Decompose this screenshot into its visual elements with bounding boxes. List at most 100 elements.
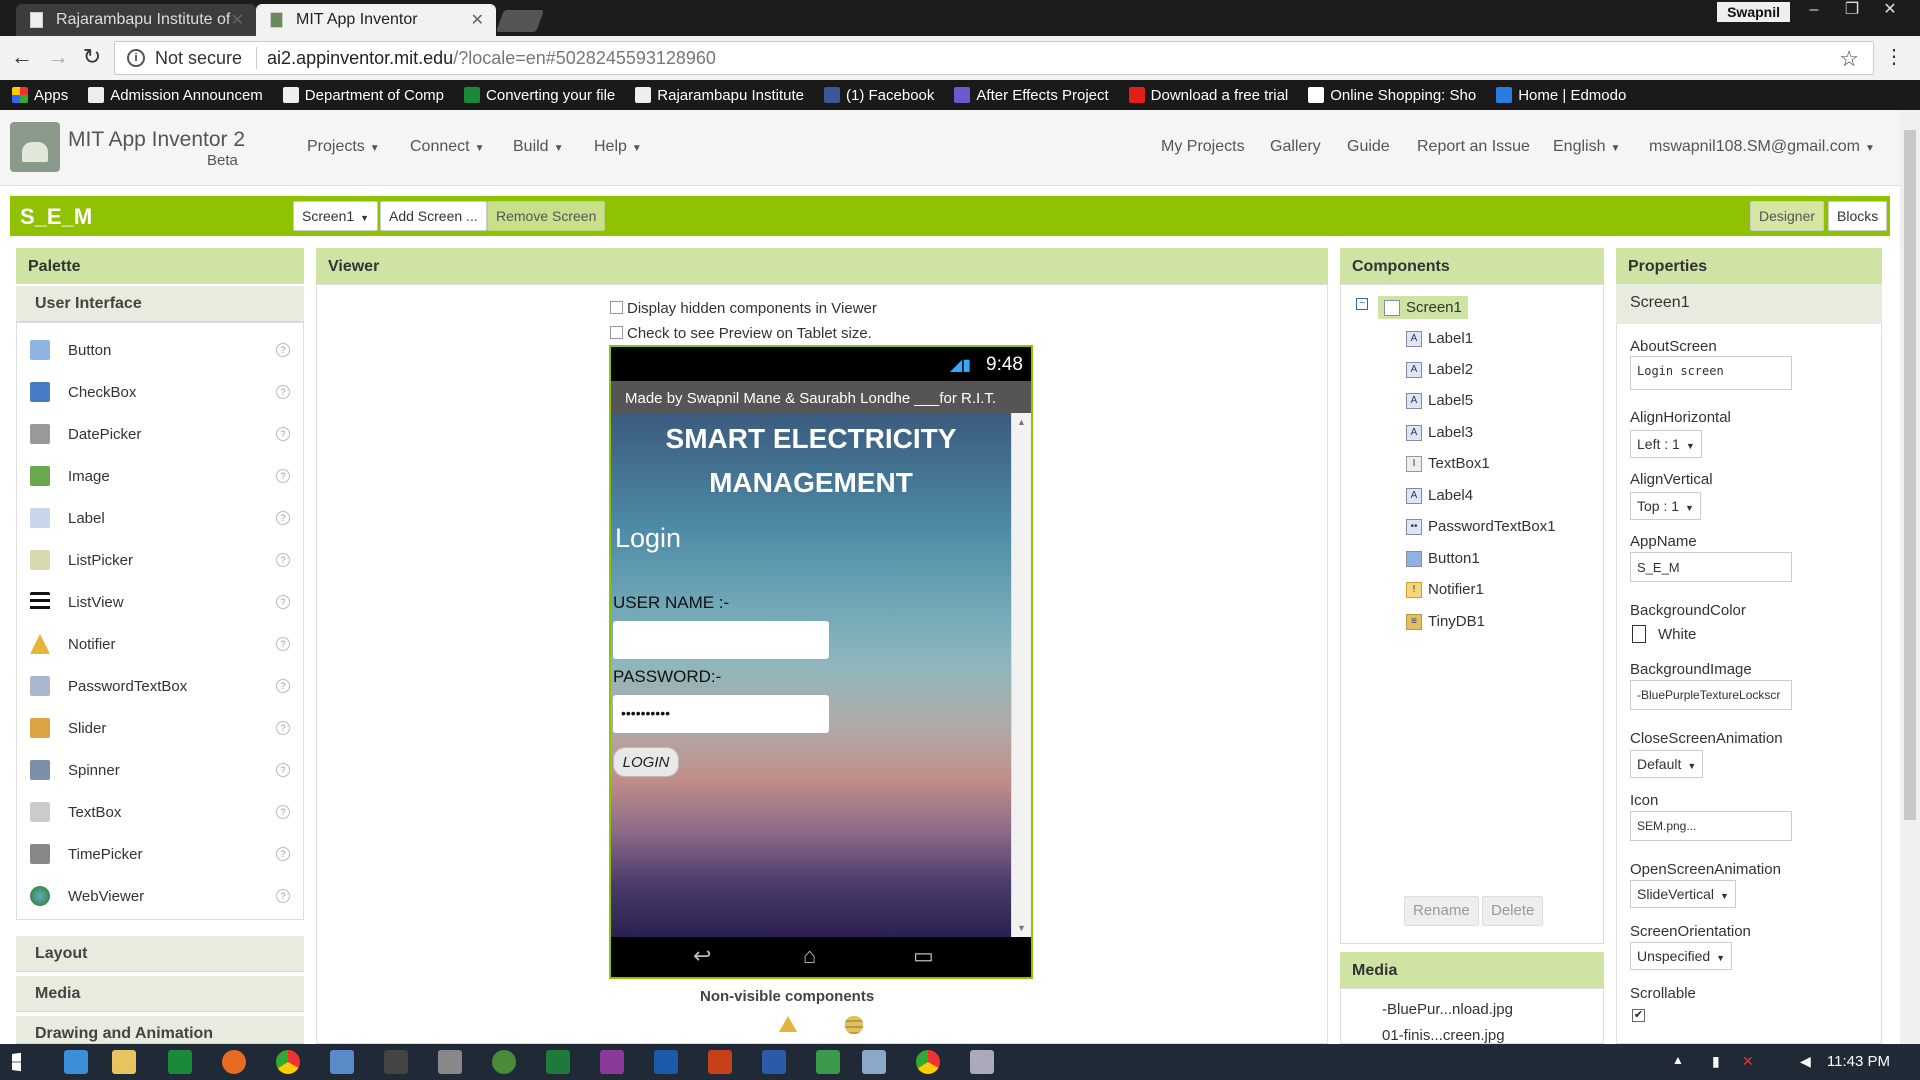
help-icon[interactable]: ?	[276, 427, 290, 441]
palette-item-notifier[interactable]: Notifier?	[30, 629, 290, 659]
help-icon[interactable]: ?	[276, 847, 290, 861]
palette-section-user-interface[interactable]: User Interface	[16, 286, 304, 322]
palette-item-timepicker[interactable]: TimePicker?	[30, 839, 290, 869]
scrollable-checkbox[interactable]: ✔	[1632, 1009, 1645, 1022]
chrome-menu-icon[interactable]: ⋮	[1884, 44, 1904, 69]
component-label2[interactable]: A Label2	[1406, 361, 1473, 378]
menu-connect[interactable]: Connect ▼	[410, 138, 485, 156]
new-tab-button[interactable]	[495, 10, 545, 32]
palette-item-slider[interactable]: Slider?	[30, 713, 290, 743]
chrome-icon[interactable]	[276, 1050, 300, 1074]
palette-item-textbox[interactable]: TextBox?	[30, 797, 290, 827]
forward-icon[interactable]: →	[44, 44, 72, 72]
checkbox[interactable]	[610, 301, 623, 314]
help-icon[interactable]: ?	[276, 805, 290, 819]
app-inventor-logo-icon[interactable]	[10, 122, 60, 172]
blocks-button[interactable]: Blocks	[1828, 201, 1888, 231]
component-label5[interactable]: A Label5	[1406, 392, 1473, 409]
component-screen1[interactable]: Screen1	[1378, 296, 1468, 319]
palette-item-button[interactable]: Button?	[30, 335, 290, 365]
bookmark-item[interactable]: (1) Facebook	[824, 87, 934, 104]
background-color-value[interactable]: White	[1658, 626, 1696, 643]
component-tinydb1[interactable]: ≡ TinyDB1	[1406, 613, 1485, 630]
tray-caret-icon[interactable]: ▲	[1672, 1053, 1684, 1067]
battery-icon[interactable]: ▮	[1712, 1053, 1720, 1070]
language-menu[interactable]: English ▼	[1553, 138, 1620, 156]
address-bar[interactable]: i Not secure ai2.appinventor.mit.edu /?l…	[114, 41, 1874, 75]
option-tablet-preview[interactable]: Check to see Preview on Tablet size.	[610, 325, 872, 342]
menu-build[interactable]: Build ▼	[513, 138, 563, 156]
about-screen-input[interactable]: Login screen	[1630, 356, 1792, 390]
minimize-icon[interactable]: –	[1798, 0, 1830, 22]
app-heading[interactable]: SMART ELECTRICITY MANAGEMENT	[611, 417, 1011, 505]
close-animation-select[interactable]: Default ▼	[1630, 750, 1704, 778]
app-icon[interactable]	[492, 1050, 516, 1074]
app-name-input[interactable]: S_E_M	[1630, 552, 1792, 582]
palette-section-media[interactable]: Media	[16, 976, 304, 1012]
color-swatch[interactable]	[1632, 625, 1646, 643]
onenote-icon[interactable]	[600, 1050, 624, 1074]
bookmark-star-icon[interactable]: ☆	[1839, 46, 1859, 72]
component-label1[interactable]: A Label1	[1406, 330, 1473, 347]
app-icon[interactable]	[384, 1050, 408, 1074]
component-label3[interactable]: A Label3	[1406, 424, 1473, 441]
palette-item-listview[interactable]: ListView?	[30, 587, 290, 617]
file-explorer-icon[interactable]	[112, 1050, 136, 1074]
help-icon[interactable]: ?	[276, 511, 290, 525]
login-heading[interactable]: Login	[615, 523, 681, 554]
bookmark-item[interactable]: Department of Comp	[282, 87, 444, 104]
help-icon[interactable]: ?	[276, 889, 290, 903]
browser-tab-app-inventor[interactable]: MIT App Inventor ✕	[256, 4, 496, 36]
scroll-thumb[interactable]	[1904, 130, 1916, 820]
help-icon[interactable]: ?	[276, 385, 290, 399]
outlook-icon[interactable]	[654, 1050, 678, 1074]
store-icon[interactable]	[168, 1050, 192, 1074]
bookmark-item[interactable]: Converting your file	[464, 87, 615, 104]
palette-section-layout[interactable]: Layout	[16, 936, 304, 972]
palette-item-checkbox[interactable]: CheckBox?	[30, 377, 290, 407]
account-menu[interactable]: mswapnil108.SM@gmail.com ▼	[1649, 138, 1875, 156]
component-notifier1[interactable]: ! Notifier1	[1406, 581, 1484, 598]
link-my-projects[interactable]: My Projects	[1161, 138, 1245, 156]
bookmark-item[interactable]: Download a free trial	[1128, 87, 1288, 104]
internet-explorer-icon[interactable]	[64, 1050, 88, 1074]
bookmark-item[interactable]: Online Shopping: Sho	[1308, 87, 1476, 104]
help-icon[interactable]: ?	[276, 763, 290, 777]
excel-icon[interactable]	[546, 1050, 570, 1074]
link-gallery[interactable]: Gallery	[1270, 138, 1321, 156]
restore-icon[interactable]: ❐	[1836, 0, 1868, 22]
bookmark-item[interactable]: After Effects Project	[954, 87, 1109, 104]
component-label4[interactable]: A Label4	[1406, 487, 1473, 504]
back-icon[interactable]: ←	[8, 44, 36, 72]
help-icon[interactable]: ?	[276, 553, 290, 567]
bookmark-item[interactable]: Home | Edmodo	[1496, 87, 1626, 104]
login-button[interactable]: LOGIN	[613, 747, 679, 777]
reload-icon[interactable]: ↻	[78, 44, 106, 72]
powerpoint-icon[interactable]	[708, 1050, 732, 1074]
background-image-input[interactable]: -BluePurpleTextureLockscr	[1630, 680, 1792, 710]
component-textbox1[interactable]: I TextBox1	[1406, 455, 1490, 472]
media-item[interactable]: -BluePur...nload.jpg	[1382, 1001, 1513, 1018]
password-textbox[interactable]: ••••••••••	[613, 695, 829, 733]
app-icon[interactable]	[862, 1050, 886, 1074]
tinydb-icon[interactable]	[845, 1016, 863, 1034]
link-guide[interactable]: Guide	[1347, 138, 1390, 156]
option-hidden-components[interactable]: Display hidden components in Viewer	[610, 300, 877, 317]
palette-item-spinner[interactable]: Spinner?	[30, 755, 290, 785]
palette-section-drawing[interactable]: Drawing and Animation	[16, 1016, 304, 1044]
bookmark-apps[interactable]: Apps	[12, 87, 68, 104]
rename-button[interactable]: Rename	[1404, 896, 1479, 926]
app-icon[interactable]	[816, 1050, 840, 1074]
media-item[interactable]: 01-finis...creen.jpg	[1382, 1027, 1505, 1044]
palette-item-passwordtextbox[interactable]: PasswordTextBox?	[30, 671, 290, 701]
component-button1[interactable]: Button1	[1406, 550, 1480, 567]
designer-button[interactable]: Designer	[1750, 201, 1825, 231]
word-icon[interactable]	[762, 1050, 786, 1074]
palette-item-datepicker[interactable]: DatePicker?	[30, 419, 290, 449]
add-screen-button[interactable]: Add Screen ...	[380, 201, 487, 231]
username-label[interactable]: USER NAME :-	[613, 593, 729, 613]
app-icon[interactable]	[970, 1050, 994, 1074]
profile-chip[interactable]: Swapnil	[1717, 2, 1790, 22]
remove-screen-button[interactable]: Remove Screen	[487, 201, 606, 231]
help-icon[interactable]: ?	[276, 721, 290, 735]
